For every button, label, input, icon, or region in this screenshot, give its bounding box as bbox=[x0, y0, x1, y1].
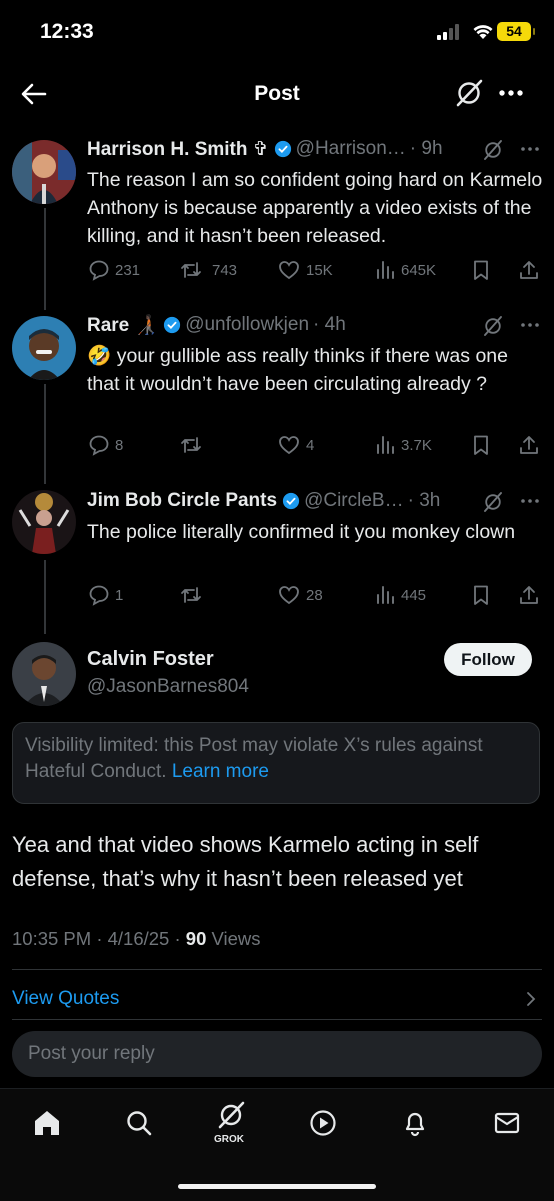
like-count: 15K bbox=[306, 262, 333, 279]
view-count: 445 bbox=[401, 587, 427, 604]
more-icon[interactable] bbox=[520, 322, 540, 328]
tab-grok-label: GROK bbox=[214, 1134, 244, 1145]
avatar[interactable] bbox=[12, 316, 76, 380]
more-icon[interactable] bbox=[498, 88, 524, 98]
status-time: 12:33 bbox=[40, 20, 94, 43]
avatar[interactable] bbox=[12, 490, 76, 554]
post-text: The reason I am so confident going hard … bbox=[87, 169, 543, 247]
post-meta: 10:35 PM · 4/16/25 · 90 Views bbox=[12, 928, 261, 950]
grok-icon[interactable] bbox=[454, 78, 484, 108]
like-icon[interactable] bbox=[278, 259, 300, 281]
reply-header: Harrison H. Smith ✞ @Harrison… · 9h bbox=[87, 136, 443, 162]
post-time: · 9h bbox=[409, 138, 443, 159]
thread-line bbox=[44, 384, 46, 484]
like-icon[interactable] bbox=[278, 434, 300, 456]
reply-placeholder: Post your reply bbox=[28, 1043, 155, 1064]
thread-line bbox=[44, 560, 46, 634]
grok-icon[interactable] bbox=[482, 139, 504, 161]
battery-indicator: 54 bbox=[497, 22, 535, 41]
views-icon[interactable] bbox=[374, 584, 396, 606]
bookmark-icon[interactable] bbox=[470, 584, 492, 606]
grok-icon[interactable] bbox=[482, 315, 504, 337]
verified-icon bbox=[282, 492, 300, 510]
share-icon[interactable] bbox=[518, 434, 540, 456]
notice-text-block: Visibility limited: this Post may violat… bbox=[25, 733, 525, 785]
author-name[interactable]: Rare 🧑🏿‍🦯 bbox=[87, 313, 158, 337]
post-text: 🤣 your gullible ass really thinks if the… bbox=[87, 345, 508, 395]
post-time: · 3h bbox=[407, 490, 441, 511]
follow-button[interactable]: Follow bbox=[444, 643, 532, 676]
bell-icon[interactable] bbox=[400, 1108, 430, 1138]
view-count: 645K bbox=[401, 262, 437, 279]
divider bbox=[12, 969, 542, 970]
reply-count: 8 bbox=[115, 437, 124, 454]
more-icon[interactable] bbox=[520, 146, 540, 152]
like-count: 28 bbox=[306, 587, 323, 604]
chevron-right-icon[interactable] bbox=[524, 990, 538, 1008]
learn-more-link[interactable]: Learn more bbox=[172, 761, 269, 782]
share-icon[interactable] bbox=[518, 584, 540, 606]
view-quotes-link[interactable]: View Quotes bbox=[12, 988, 119, 1010]
play-icon[interactable] bbox=[308, 1108, 338, 1138]
repost-count: 743 bbox=[212, 262, 238, 279]
author-handle[interactable]: @Harrison… bbox=[296, 138, 406, 160]
author-name[interactable]: Calvin Foster bbox=[87, 648, 214, 671]
repost-icon[interactable] bbox=[180, 434, 202, 456]
repost-icon[interactable] bbox=[180, 259, 202, 281]
like-icon[interactable] bbox=[278, 584, 300, 606]
author-name[interactable]: Harrison H. Smith ✞ bbox=[87, 138, 269, 161]
author-handle[interactable]: @unfollowkjen bbox=[185, 314, 309, 336]
visibility-notice: Visibility limited: this Post may violat… bbox=[12, 722, 540, 804]
share-icon[interactable] bbox=[518, 259, 540, 281]
bookmark-icon[interactable] bbox=[470, 259, 492, 281]
divider bbox=[12, 1019, 542, 1020]
reply-count: 231 bbox=[115, 262, 141, 279]
bookmark-icon[interactable] bbox=[470, 434, 492, 456]
cellular-signal-icon bbox=[437, 24, 459, 40]
home-icon[interactable] bbox=[32, 1108, 62, 1138]
post-timestamp: 10:35 PM · 4/16/25 · bbox=[12, 928, 181, 949]
reply-header: Jim Bob Circle Pants @CircleB… · 3h bbox=[87, 488, 440, 514]
post-time: · 4h bbox=[313, 314, 346, 335]
verified-icon bbox=[164, 316, 181, 334]
wifi-icon bbox=[473, 25, 493, 39]
grok-icon[interactable] bbox=[482, 491, 504, 513]
view-count: 3.7K bbox=[401, 437, 432, 454]
like-count: 4 bbox=[306, 437, 315, 454]
home-indicator bbox=[178, 1184, 376, 1189]
author-handle[interactable]: @CircleB… bbox=[304, 490, 404, 512]
reply-input[interactable]: Post your reply bbox=[12, 1031, 542, 1077]
avatar[interactable] bbox=[12, 140, 76, 204]
post-text: Yea and that video shows Karmelo acting … bbox=[12, 832, 479, 891]
reply-icon[interactable] bbox=[88, 259, 110, 281]
views-icon[interactable] bbox=[374, 259, 396, 281]
search-icon[interactable] bbox=[124, 1108, 154, 1138]
author-handle[interactable]: @JasonBarnes804 bbox=[87, 676, 249, 698]
grok-icon[interactable] bbox=[216, 1100, 246, 1130]
views-count: 90 bbox=[185, 928, 207, 949]
repost-icon[interactable] bbox=[180, 584, 202, 606]
post-text: The police literally confirmed it you mo… bbox=[87, 521, 516, 543]
more-icon[interactable] bbox=[520, 498, 540, 504]
author-name[interactable]: Jim Bob Circle Pants bbox=[87, 490, 277, 512]
reply-icon[interactable] bbox=[88, 434, 110, 456]
avatar[interactable] bbox=[12, 642, 76, 706]
thread-line bbox=[44, 208, 46, 310]
mail-icon[interactable] bbox=[492, 1108, 522, 1138]
reply-header: Rare 🧑🏿‍🦯 @unfollowkjen · 4h bbox=[87, 312, 346, 338]
views-label: Views bbox=[211, 928, 261, 949]
reply-count: 1 bbox=[115, 587, 124, 604]
views-icon[interactable] bbox=[374, 434, 396, 456]
verified-icon bbox=[274, 140, 291, 158]
reply-icon[interactable] bbox=[88, 584, 110, 606]
